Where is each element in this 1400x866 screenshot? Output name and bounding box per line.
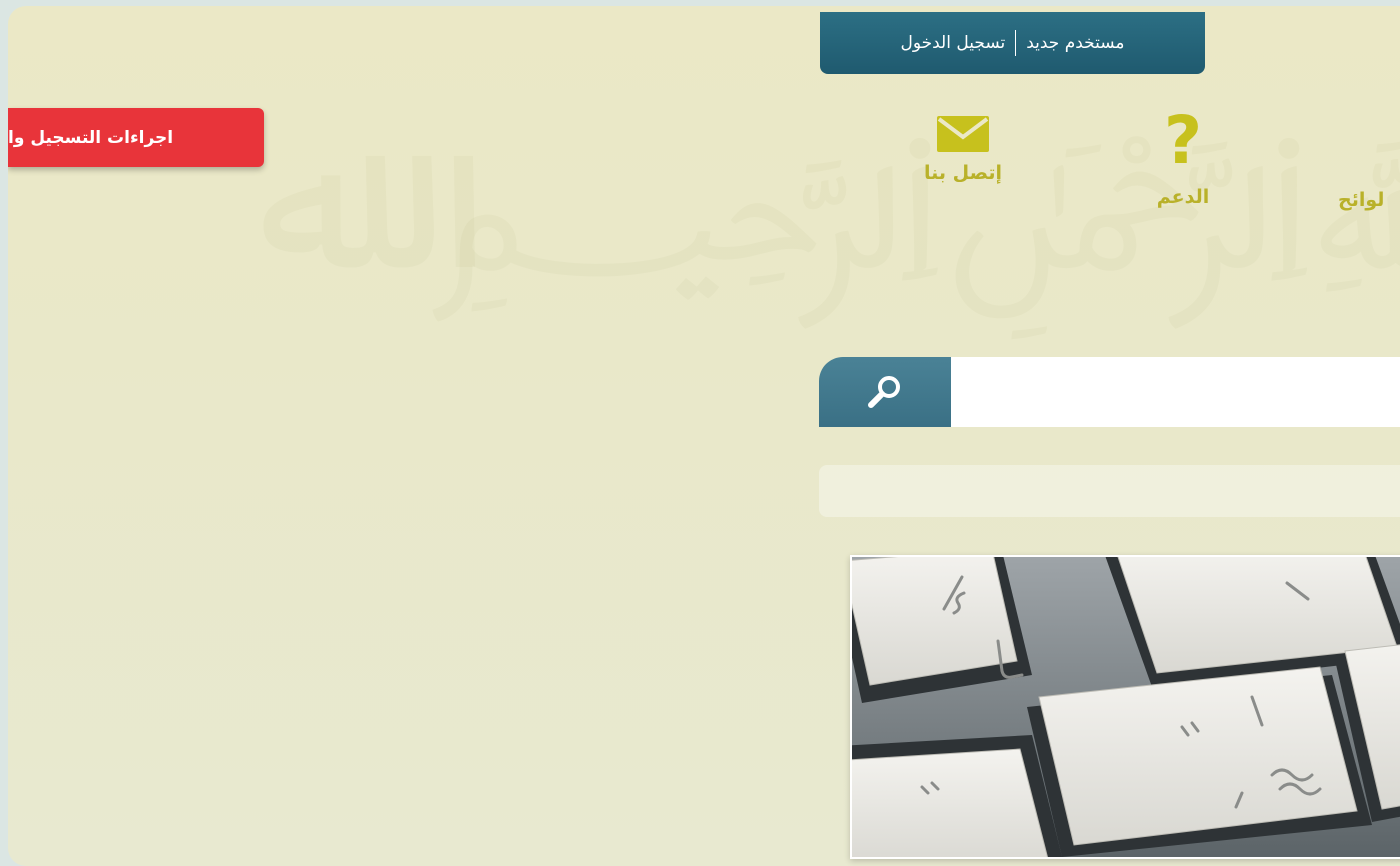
- login-link[interactable]: تسجيل الدخول: [900, 33, 1005, 53]
- search-button[interactable]: [819, 357, 951, 427]
- nav-rules[interactable]: لوائح: [1338, 189, 1400, 211]
- nav-support-label: الدعم: [1156, 186, 1210, 208]
- keyboard-image: [852, 557, 1400, 857]
- question-mark-icon: ?: [1163, 102, 1203, 179]
- nav-support[interactable]: ? الدعم: [1128, 102, 1238, 209]
- nav-contact-label: إتصل بنا: [924, 162, 1002, 184]
- account-separator: [1015, 30, 1017, 56]
- magnifier-icon: [868, 376, 900, 408]
- nav-rules-label: لوائح: [1338, 189, 1385, 211]
- keyboard-photo: [850, 555, 1400, 859]
- page-frame: ﷲ ﷽ مستخدم جديد تسجيل الدخول اجراءات الت…: [8, 6, 1400, 866]
- new-user-link[interactable]: مستخدم جديد: [1026, 33, 1124, 53]
- account-bar: مستخدم جديد تسجيل الدخول: [820, 12, 1205, 74]
- secondary-bar: [819, 465, 1400, 517]
- search-bar: [819, 357, 1400, 427]
- search-input[interactable]: [951, 357, 1400, 427]
- registration-procedures-button[interactable]: اجراءات التسجيل وا: [8, 108, 264, 167]
- nav-contact[interactable]: إتصل بنا: [908, 116, 1018, 184]
- registration-procedures-label: اجراءات التسجيل وا: [8, 127, 174, 148]
- envelope-icon: [937, 116, 989, 152]
